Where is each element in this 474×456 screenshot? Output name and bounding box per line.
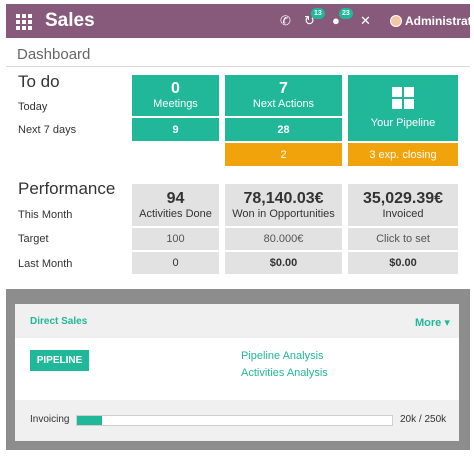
next-actions-count: 7 — [279, 80, 288, 97]
tools-icon[interactable]: ✕ — [360, 13, 371, 29]
activities-done-tile[interactable]: 94 Activities Done — [132, 184, 219, 226]
row-label-next-7-days: Next 7 days — [18, 124, 77, 136]
apps-grid-icon[interactable] — [16, 14, 32, 30]
next-actions-overdue-tile[interactable]: 2 — [225, 143, 342, 166]
won-last-month-tile: $0.00 — [225, 252, 342, 274]
meetings-next7-count: 9 — [172, 123, 179, 136]
next-actions-tile[interactable]: 7 Next Actions — [225, 75, 342, 116]
more-dropdown[interactable]: More ▾ — [415, 316, 450, 329]
phone-icon[interactable]: ✆ — [280, 13, 291, 29]
invoiced-last-month-value: $0.00 — [389, 257, 417, 269]
won-opportunities-label: Won in Opportunities — [232, 207, 335, 220]
invoicing-label: Invoicing — [30, 414, 70, 425]
invoiced-label: Invoiced — [382, 207, 424, 220]
next-actions-next7-tile[interactable]: 28 — [225, 118, 342, 141]
sales-team-header: Direct Sales More ▾ — [15, 304, 459, 338]
invoiced-value: 35,029.39€ — [362, 189, 444, 207]
performance-title: Performance — [18, 179, 116, 198]
activities-last-month-value: 0 — [172, 257, 179, 269]
activities-target-tile[interactable]: 100 — [132, 228, 219, 250]
meetings-tile[interactable]: 0 Meetings — [132, 75, 219, 116]
invoicing-footer: Invoicing 20k / 250k — [15, 400, 459, 441]
user-menu[interactable]: Administrator — [405, 14, 474, 28]
invoiced-last-month-tile: $0.00 — [348, 252, 458, 274]
next-actions-overdue-count: 2 — [280, 148, 287, 161]
breadcrumb: Dashboard — [17, 46, 91, 63]
won-opportunities-tile[interactable]: 78,140.03€ Won in Opportunities — [225, 184, 342, 226]
row-label-target: Target — [18, 233, 49, 245]
invoicing-value[interactable]: 20k / 250k — [400, 414, 446, 425]
sales-team-title[interactable]: Direct Sales — [30, 316, 87, 327]
avatar[interactable] — [390, 15, 402, 27]
meetings-count: 0 — [171, 80, 180, 97]
next-actions-label: Next Actions — [252, 98, 315, 110]
activities-done-label: Activities Done — [139, 207, 212, 220]
row-label-today: Today — [18, 101, 48, 113]
row-label-last-month: Last Month — [18, 258, 73, 270]
won-opportunities-value: 78,140.03€ — [243, 189, 324, 207]
meetings-next7-tile[interactable]: 9 — [132, 118, 219, 141]
invoiced-click-to-set[interactable]: Click to set — [376, 233, 430, 245]
pipeline-grid-icon — [392, 86, 414, 109]
won-last-month-value: $0.00 — [269, 257, 298, 269]
activities-target-value: 100 — [166, 233, 185, 245]
top-navbar: Sales ✆ ↻13 ●23 ✕ Administrator — [6, 4, 474, 38]
chat-icon[interactable]: ● 23 — [332, 8, 353, 29]
breadcrumb-divider — [6, 66, 470, 67]
activities-analysis-link[interactable]: Activities Analysis — [241, 367, 328, 379]
activity-icon[interactable]: ↻ 13 — [304, 8, 325, 29]
your-pipeline-tile[interactable]: Your Pipeline — [348, 75, 458, 141]
expected-closing-label: 3 exp. closing — [369, 148, 437, 161]
pipeline-button[interactable]: PIPELINE — [30, 350, 89, 371]
invoicing-progress-fill — [77, 416, 103, 425]
row-label-this-month: This Month — [18, 209, 73, 221]
invoiced-target-tile[interactable]: Click to set — [348, 228, 458, 250]
pipeline-analysis-link[interactable]: Pipeline Analysis — [241, 350, 324, 362]
invoiced-tile[interactable]: 35,029.39€ Invoiced — [348, 184, 458, 226]
activities-done-value: 94 — [166, 189, 185, 207]
app-title: Sales — [45, 10, 95, 31]
activity-badge: 13 — [311, 8, 325, 19]
messages-badge: 23 — [339, 8, 353, 19]
sales-team-card: Direct Sales More ▾ PIPELINE Pipeline An… — [15, 304, 459, 441]
next-actions-next7-count: 28 — [277, 123, 290, 136]
meetings-label: Meetings — [153, 98, 198, 110]
your-pipeline-label: Your Pipeline — [370, 116, 436, 129]
expected-closing-tile[interactable]: 3 exp. closing — [348, 143, 458, 166]
invoicing-progress-bar — [76, 415, 393, 426]
won-target-value: 80.000€ — [263, 233, 304, 245]
won-target-tile[interactable]: 80.000€ — [225, 228, 342, 250]
todo-title: To do — [18, 72, 60, 91]
activities-last-month-tile: 0 — [132, 252, 219, 274]
